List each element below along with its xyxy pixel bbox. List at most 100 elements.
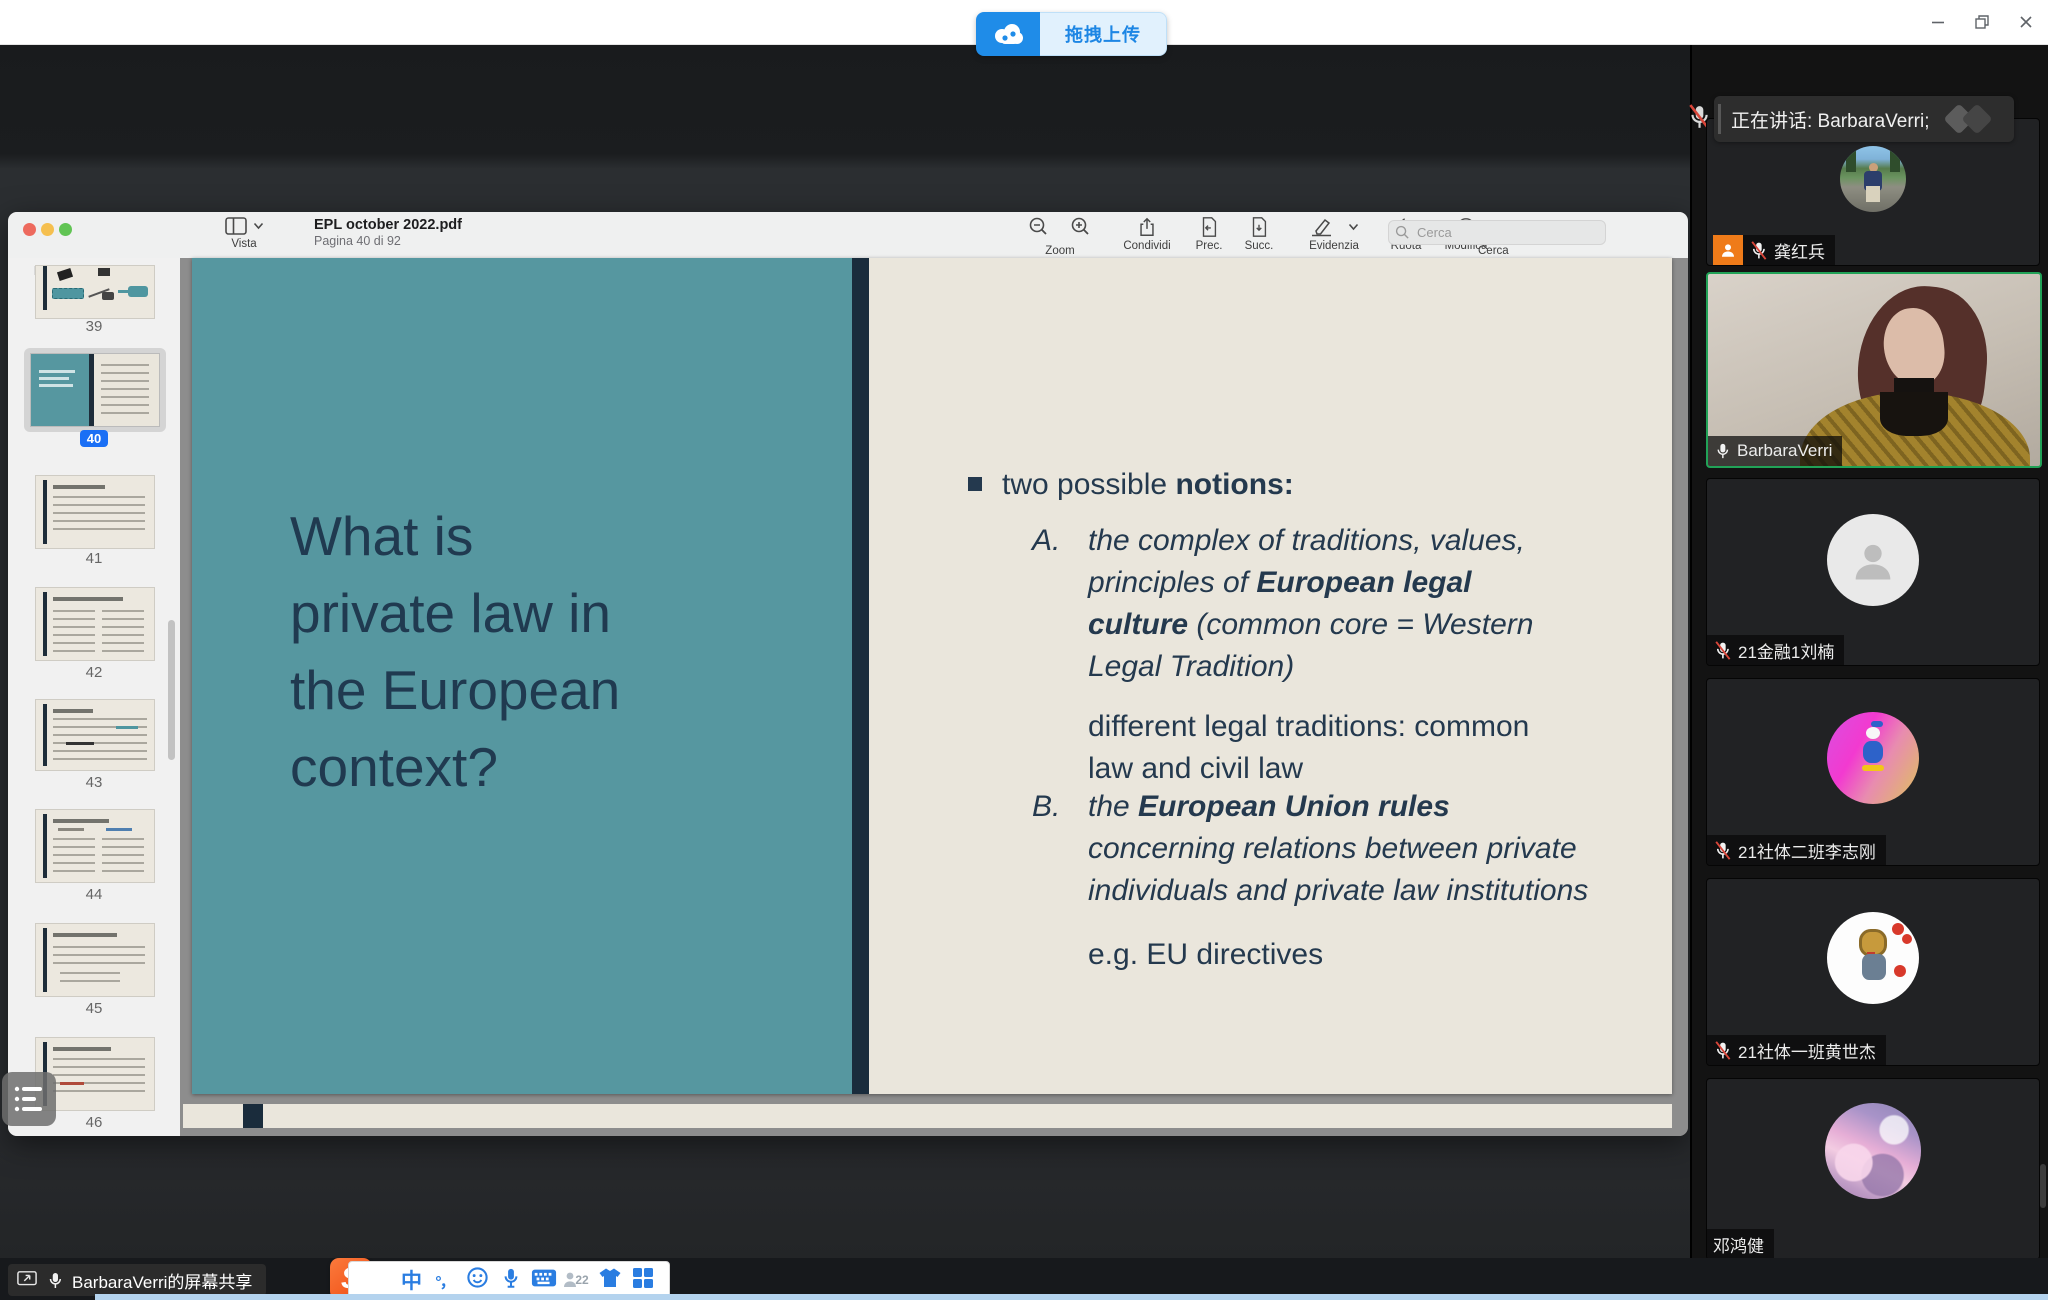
keyboard-icon <box>531 1268 557 1288</box>
page-thumbnail-43[interactable] <box>36 700 154 770</box>
muted-mic-icon <box>1749 240 1768 261</box>
participant-name-chip: 21社体二班李志刚 <box>1707 835 1886 865</box>
mic-on-icon <box>46 1270 64 1291</box>
page-number-41: 41 <box>8 550 180 567</box>
pdf-page-area: What is private law in the European cont… <box>180 258 1688 1136</box>
page-number-44: 44 <box>8 886 180 903</box>
participant-name: 21社体一班黄世杰 <box>1738 1038 1876 1063</box>
ime-keyboard-button[interactable] <box>527 1268 560 1293</box>
page-thumbnail-41[interactable] <box>36 476 154 548</box>
document-title-block: EPL october 2022.pdf Pagina 40 di 92 <box>314 217 462 248</box>
ime-skin-button[interactable] <box>593 1267 626 1294</box>
drag-upload-widget[interactable]: 拖拽上传 <box>976 12 1167 56</box>
ime-custom-phrase-button[interactable]: 22 <box>560 1272 593 1288</box>
restore-icon <box>1974 14 1990 30</box>
list-icon <box>13 1084 45 1114</box>
preview-pdf-window: Vista EPL october 2022.pdf Pagina 40 di … <box>8 212 1688 1136</box>
participant-name-chip: 21金融1刘楠 <box>1707 635 1844 665</box>
page-thumbnail-42[interactable] <box>36 588 154 660</box>
ime-emoji-button[interactable] <box>461 1266 494 1294</box>
previous-label: Prec. <box>1186 240 1232 252</box>
next-page-button[interactable]: Succ. <box>1236 216 1282 252</box>
view-label: Vista <box>214 238 274 250</box>
item-a-label: A. <box>1032 520 1060 562</box>
highlight-label: Evidenzia <box>1292 240 1376 252</box>
participant-name: 21金融1刘楠 <box>1738 638 1834 663</box>
minimize-icon <box>1930 14 1946 30</box>
participant-name-chip: 21社体一班黄世杰 <box>1707 1035 1886 1065</box>
tshirt-icon <box>598 1267 622 1289</box>
muted-mic-icon <box>1713 1040 1732 1061</box>
thumbnail-sidebar: EPL october 2022.pdf 39 <box>8 258 181 1136</box>
screen-share-icon <box>16 1270 38 1290</box>
host-badge-icon <box>1713 235 1743 265</box>
next-label: Succ. <box>1236 240 1282 252</box>
mac-close-light[interactable] <box>23 223 36 236</box>
avatar <box>1825 1103 1921 1199</box>
avatar <box>1840 146 1906 212</box>
next-page-edge <box>183 1104 1672 1128</box>
page-thumbnail-39[interactable] <box>36 266 154 318</box>
volume-indicator <box>1718 104 1721 134</box>
ime-voice-button[interactable] <box>494 1266 527 1295</box>
highlight-button[interactable]: Evidenzia <box>1292 216 1376 252</box>
page-thumbnail-40[interactable] <box>31 354 159 426</box>
participant-tile[interactable]: 21金融1刘楠 <box>1706 478 2040 666</box>
restore-button[interactable] <box>1960 0 2004 44</box>
netdisk-cloud-icon <box>976 12 1040 56</box>
participant-tile-active-speaker[interactable]: BarbaraVerri <box>1706 272 2042 468</box>
ime-toolbox-button[interactable] <box>626 1267 659 1294</box>
zoom-in-icon <box>1069 216 1093 238</box>
zoom-label: Zoom <box>1014 245 1106 257</box>
view-menu-button[interactable]: Vista <box>214 216 274 250</box>
highlighter-icon <box>1309 216 1335 238</box>
avatar-placeholder <box>1827 514 1919 606</box>
chevron-down-icon <box>253 222 264 230</box>
speaking-status-banner: 正在讲话: BarbaraVerri; <box>1714 96 2014 142</box>
slide-item-a-sub: different legal traditions: common law a… <box>1088 706 1558 790</box>
screen-share-label: BarbaraVerri的屏幕共享 <box>72 1268 252 1293</box>
sidebar-scrollbar[interactable] <box>168 620 175 760</box>
search-field[interactable] <box>1388 220 1606 245</box>
zoom-buttons[interactable]: Zoom <box>1014 216 1106 257</box>
search-input[interactable] <box>1415 224 1589 241</box>
ime-language-button[interactable]: 中 <box>395 1265 428 1295</box>
participant-name: 龚红兵 <box>1774 238 1825 263</box>
mac-minimize-light[interactable] <box>41 223 54 236</box>
participant-name-chip: 邓鸿健 <box>1707 1229 1774 1259</box>
close-icon <box>2018 14 2034 30</box>
panel-scrollbar[interactable] <box>2040 1164 2046 1208</box>
participant-name: 21社体二班李志刚 <box>1738 838 1876 863</box>
page-thumbnail-45[interactable] <box>36 924 154 996</box>
next-page-icon <box>1249 216 1269 238</box>
preview-toolbar: Vista EPL october 2022.pdf Pagina 40 di … <box>8 212 1688 259</box>
screen-share-indicator: BarbaraVerri的屏幕共享 <box>8 1264 266 1296</box>
page-thumbnail-44[interactable] <box>36 810 154 882</box>
slide-bullet-intro: two possible notions: <box>968 468 1628 502</box>
mic-on-icon <box>1714 441 1731 461</box>
close-button[interactable] <box>2004 0 2048 44</box>
slide-divider-bar <box>852 258 869 1094</box>
slide-title: What is private law in the European cont… <box>290 498 810 806</box>
mac-zoom-light[interactable] <box>59 223 72 236</box>
participant-tile[interactable]: 21社体一班黄世杰 <box>1706 878 2040 1066</box>
participant-tile[interactable]: 21社体二班李志刚 <box>1706 678 2040 866</box>
page-number-42: 42 <box>8 664 180 681</box>
participants-panel: 正在讲话: BarbaraVerri; 龚红兵 <box>1690 44 2048 1258</box>
sidebar-icon <box>224 216 248 236</box>
ime-punctuation-button[interactable]: °， <box>428 1268 461 1292</box>
previous-page-button[interactable]: Prec. <box>1186 216 1232 252</box>
previous-page-icon <box>1199 216 1219 238</box>
share-button[interactable]: Condividi <box>1112 216 1182 252</box>
muted-mic-icon <box>1713 840 1732 861</box>
page-number-40-selected: 40 <box>8 430 180 448</box>
speaking-label: 正在讲话: BarbaraVerri; <box>1731 106 1930 133</box>
thumbnail-list-toggle-button[interactable] <box>2 1072 56 1126</box>
minimize-button[interactable] <box>1916 0 1960 44</box>
taskbar-edge <box>95 1294 2048 1300</box>
participant-tile[interactable]: 邓鸿健 <box>1706 1078 2040 1260</box>
participant-name-chip: BarbaraVerri <box>1708 436 1842 466</box>
page-status: Pagina 40 di 92 <box>314 234 462 248</box>
avatar <box>1827 712 1919 804</box>
search-label: Cerca <box>1478 245 1509 257</box>
